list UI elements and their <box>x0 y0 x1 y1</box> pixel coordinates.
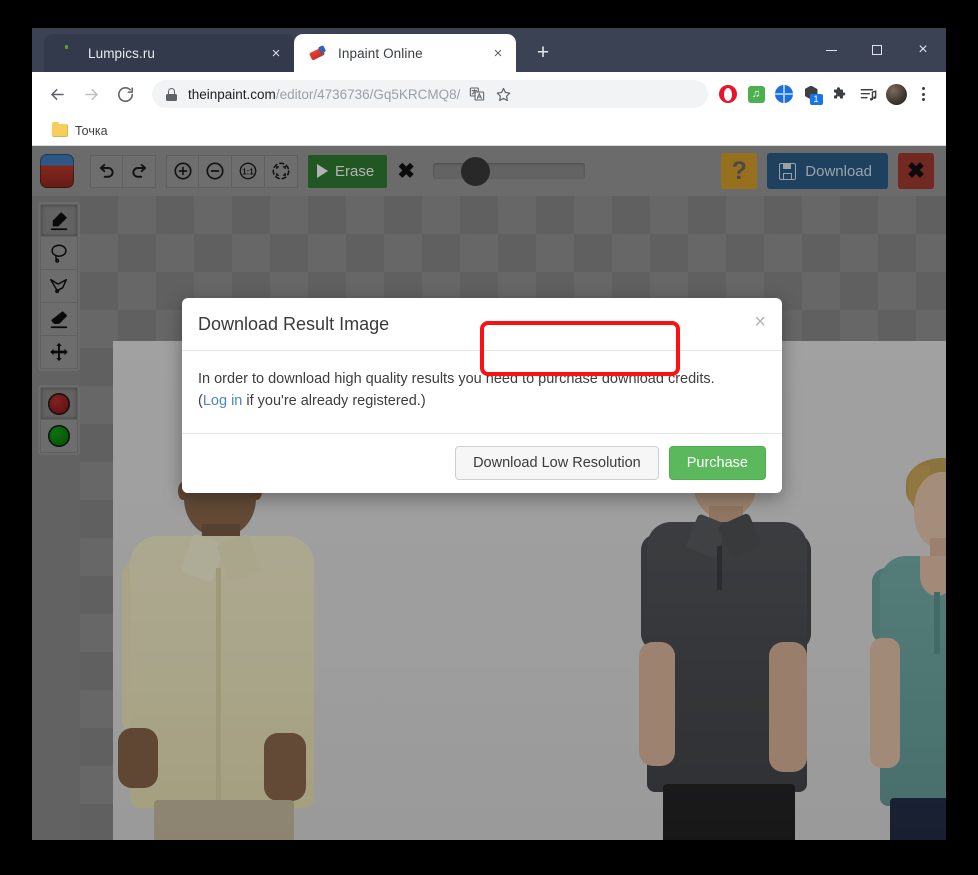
playlist-extension-icon[interactable] <box>854 80 882 108</box>
floppy-disk-icon <box>779 162 797 180</box>
lasso-tool[interactable] <box>40 237 78 270</box>
close-editor-button[interactable]: ✖ <box>898 153 934 189</box>
play-icon <box>317 164 328 178</box>
kebab-menu-icon[interactable] <box>910 81 936 107</box>
brush-size-slider[interactable] <box>433 155 586 188</box>
minimize-button[interactable] <box>808 28 854 72</box>
bookmark-tochka[interactable]: Точка <box>44 121 116 141</box>
bookmarks-bar: Точка <box>32 116 946 146</box>
modal-text-line2: (Log in if you're already registered.) <box>198 391 766 413</box>
move-tool[interactable] <box>40 336 78 369</box>
translate-icon[interactable] <box>464 81 490 107</box>
tab-title: Lumpics.ru <box>88 45 156 61</box>
download-low-resolution-button[interactable]: Download Low Resolution <box>455 445 659 480</box>
lock-icon <box>166 87 177 101</box>
zoom-actual-size-button[interactable]: 1:1 <box>232 154 265 188</box>
download-button[interactable]: Download <box>767 153 888 189</box>
tab-lumpics[interactable]: Lumpics.ru × <box>44 34 294 72</box>
box-extension-icon[interactable]: 1 <box>798 80 826 108</box>
fit-to-screen-button[interactable] <box>265 154 298 188</box>
marker-tool[interactable] <box>40 204 78 237</box>
red-swatch[interactable] <box>40 387 78 420</box>
svg-text:1:1: 1:1 <box>242 167 254 176</box>
modal-title: Download Result Image <box>198 314 390 334</box>
zoom-in-button[interactable] <box>166 154 199 188</box>
purchase-button[interactable]: Purchase <box>668 445 766 480</box>
slider-track <box>433 163 586 179</box>
toolbar-right-group: ? Download ✖ <box>721 153 946 189</box>
download-label: Download <box>805 162 872 180</box>
address-bar[interactable]: theinpaint.com/editor/4736736/Gq5KRCMQ8/ <box>152 80 708 108</box>
window-controls: × <box>808 28 946 72</box>
slider-handle[interactable] <box>461 156 491 186</box>
color-group <box>38 385 80 455</box>
tab-strip: Lumpics.ru × Inpaint Online × + × <box>32 28 946 72</box>
green-swatch[interactable] <box>40 420 78 453</box>
opera-extension-icon[interactable] <box>714 80 742 108</box>
orange-favicon <box>58 44 76 62</box>
editor-toolbar: 1:1 Erase ✖ ? Download ✖ <box>32 146 946 196</box>
person-figure <box>858 456 946 840</box>
reload-button[interactable] <box>110 79 140 109</box>
clear-selection-button[interactable]: ✖ <box>389 155 423 188</box>
globe-extension-icon[interactable] <box>770 80 798 108</box>
zoom-out-button[interactable] <box>199 154 232 188</box>
help-button[interactable]: ? <box>721 153 758 189</box>
close-icon: × <box>918 41 928 58</box>
browser-toolbar: theinpaint.com/editor/4736736/Gq5KRCMQ8/… <box>32 72 946 116</box>
zoom-buttons: 1:1 <box>166 154 298 188</box>
modal-text-line1: In order to download high quality result… <box>198 371 715 387</box>
browser-window: Lumpics.ru × Inpaint Online × + × theinp… <box>32 28 946 840</box>
avatar-icon[interactable] <box>882 80 910 108</box>
close-window-button[interactable]: × <box>900 28 946 72</box>
music-note-glyph: ♫ <box>747 85 765 103</box>
folder-icon <box>52 121 68 137</box>
music-extension-icon[interactable]: ♫ <box>742 80 770 108</box>
puzzle-extension-icon[interactable] <box>826 80 854 108</box>
tab-title: Inpaint Online <box>338 45 423 61</box>
tab-close-icon[interactable]: × <box>266 43 286 63</box>
inpaint-favicon <box>308 44 327 62</box>
erase-button[interactable]: Erase <box>308 154 388 188</box>
omnibox-actions <box>464 81 516 107</box>
editor-canvas[interactable] <box>80 196 946 840</box>
inpaint-logo <box>40 154 74 188</box>
inpaint-app: 1:1 Erase ✖ ? Download ✖ Download Result… <box>32 146 946 840</box>
eraser-tool[interactable] <box>40 303 78 336</box>
redo-button[interactable] <box>123 154 156 188</box>
url-host: theinpaint.com <box>188 86 276 102</box>
tool-rail <box>38 202 80 469</box>
forward-button[interactable] <box>76 79 106 109</box>
modal-footer: Download Low Resolution Purchase <box>182 433 782 493</box>
polygon-lasso-tool[interactable] <box>40 270 78 303</box>
erase-label: Erase <box>335 162 375 180</box>
maximize-button[interactable] <box>854 28 900 72</box>
extension-badge-count: 1 <box>809 93 823 105</box>
new-tab-button[interactable]: + <box>530 40 556 66</box>
registered-text: if you're already registered.) <box>242 392 426 409</box>
download-result-modal: Download Result Image × In order to down… <box>182 298 782 493</box>
bookmark-label: Точка <box>75 123 108 138</box>
modal-close-icon[interactable]: × <box>754 312 766 332</box>
modal-body: In order to download high quality result… <box>182 351 782 434</box>
modal-header: Download Result Image × <box>182 298 782 351</box>
extension-bar: ♫ 1 <box>714 80 936 108</box>
history-buttons <box>90 154 156 188</box>
tab-close-icon[interactable]: × <box>488 43 508 63</box>
tool-group <box>38 202 80 371</box>
url-text: theinpaint.com/editor/4736736/Gq5KRCMQ8/ <box>188 87 460 102</box>
undo-button[interactable] <box>90 154 123 188</box>
url-path: /editor/4736736/Gq5KRCMQ8/ <box>275 86 461 102</box>
login-link[interactable]: Log in <box>203 393 243 409</box>
star-icon[interactable] <box>490 81 516 107</box>
back-button[interactable] <box>42 79 72 109</box>
screenshot-root: Lumpics.ru × Inpaint Online × + × theinp… <box>0 0 978 875</box>
tab-inpaint-online[interactable]: Inpaint Online × <box>294 34 516 72</box>
